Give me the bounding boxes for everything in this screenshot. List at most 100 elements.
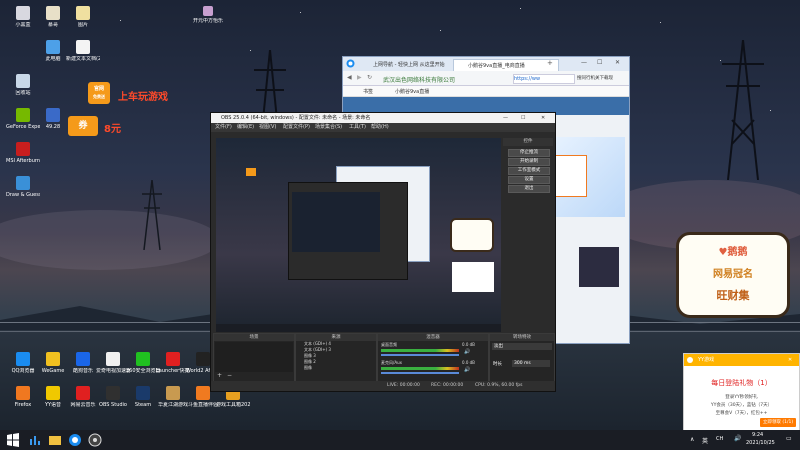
transitions-dock[interactable]: 转场特效 淡出 时长 300 ms <box>489 333 555 383</box>
tray-label[interactable]: CH <box>716 436 723 442</box>
maximize-icon[interactable]: ☐ <box>597 59 602 66</box>
app-icon <box>46 386 60 400</box>
address-hint[interactable]: 搜同行机关下载现 <box>577 75 613 81</box>
new-tab-icon[interactable]: + <box>547 59 553 67</box>
obs-minimize-icon[interactable]: — <box>503 113 508 123</box>
app-icon <box>196 352 210 366</box>
mute-icon[interactable]: 🔊 <box>464 349 470 355</box>
yy-claim-button[interactable]: 立即领取 (1/1) <box>760 418 796 427</box>
desktop-icon[interactable]: 小黑盒 <box>6 6 40 28</box>
volume-icon[interactable]: 🔊 <box>734 435 741 442</box>
desktop-icon[interactable]: 慕哥 <box>36 6 70 28</box>
menu-profile[interactable]: 配置文件(P) <box>283 123 310 132</box>
refresh-icon[interactable]: ↻ <box>367 74 372 81</box>
yy-gift-popup[interactable]: YY游戏 ✕ 每日登陆礼物（1） 登录YY秒领好礼 YY会员（30天），蓝钻（7… <box>683 353 800 435</box>
scenes-dock[interactable]: 场景 + − <box>213 333 295 383</box>
desktop-icon-top-shortcut[interactable]: 开元中方怡乐 <box>188 6 228 24</box>
sources-dock[interactable]: 来源 文本 (GDI+) 4 文本 (GDI+) 3 图像 3 图像 2 图像 <box>295 333 377 383</box>
ime-indicator[interactable]: 英 <box>702 436 708 445</box>
transition-select[interactable]: 淡出 <box>492 343 552 350</box>
studio-mode-button[interactable]: 工作室模式 <box>508 167 550 175</box>
desktop-icon[interactable]: Draw & Guess <box>6 176 40 198</box>
scene-add-icon[interactable]: + <box>217 372 222 379</box>
favorite-live[interactable]: 小鹅谷9va直播 <box>395 88 429 95</box>
menu-file[interactable]: 文件(F) <box>215 123 232 132</box>
taskbar-app-browser-icon[interactable] <box>68 433 82 447</box>
menu-tools[interactable]: 工具(T) <box>349 123 366 132</box>
stop-streaming-button[interactable]: 停止推流 <box>508 149 550 157</box>
mixer-channel-name: 麦克风/Aux <box>381 360 402 365</box>
clock-time[interactable]: 9:24 <box>752 432 763 438</box>
favorite-bookmarks[interactable]: 书签 <box>363 88 373 95</box>
minimize-icon[interactable]: — <box>581 59 587 66</box>
sticker-line1: ♥鹅鹅 <box>718 247 748 258</box>
preview-promo-dot <box>246 168 256 176</box>
app-icon <box>16 176 30 190</box>
promo-badge-official[interactable]: 官网 免费送 <box>88 82 110 104</box>
desktop-icon-label: 360安全浏览器 <box>126 368 160 374</box>
yy-close-icon[interactable]: ✕ <box>788 354 792 366</box>
desktop-icon[interactable]: 360安全浏览器 <box>126 352 160 374</box>
obs-close-icon[interactable]: ✕ <box>541 113 545 123</box>
desktop-icon[interactable]: MSI Afterburner <box>6 142 40 164</box>
forward-icon[interactable]: ▶ <box>357 74 362 81</box>
desktop-icon[interactable]: Steam <box>126 386 160 408</box>
promo-badge-coupon[interactable]: 券 <box>68 116 98 136</box>
taskbar-app-chart-icon[interactable] <box>28 433 42 447</box>
windows-start-icon[interactable] <box>6 433 20 447</box>
menu-help[interactable]: 帮助(H) <box>371 123 389 132</box>
close-icon[interactable]: ✕ <box>615 59 620 66</box>
start-recording-button[interactable]: 开始录制 <box>508 158 550 166</box>
settings-button[interactable]: 设置 <box>508 176 550 184</box>
mixer-dock[interactable]: 混音器 桌面音频 0.0 dB 🔊 麦克风/Aux 0.0 dB 🔊 <box>377 333 489 383</box>
mixer-meter <box>381 349 459 352</box>
menu-view[interactable]: 视图(V) <box>259 123 276 132</box>
desktop-icon[interactable]: 图片 <box>66 6 100 28</box>
back-icon[interactable]: ◀ <box>347 74 352 81</box>
desktop-icon[interactable]: 回收站 <box>6 74 40 96</box>
obs-title-bar: OBS 25.0.4 (64-bit, windows) - 配置文件: 未命名… <box>211 113 555 123</box>
desktop-icon[interactable]: OBS Studio <box>96 386 130 408</box>
obs-maximize-icon[interactable]: ☐ <box>521 113 525 123</box>
desktop-icon[interactable]: Firefox <box>6 386 40 408</box>
app-icon <box>76 352 90 366</box>
mixer-volume-slider[interactable] <box>381 372 459 374</box>
app-icon <box>46 108 60 122</box>
scene-remove-icon[interactable]: − <box>227 372 232 379</box>
app-icon <box>16 386 30 400</box>
taskbar-app-obs-icon[interactable] <box>88 433 102 447</box>
desktop-icon[interactable]: GeForce Experience <box>6 108 40 130</box>
tray-expand-icon[interactable]: ∧ <box>690 436 694 443</box>
obs-title: OBS 25.0.4 (64-bit, windows) - 配置文件: 未命名… <box>221 115 371 121</box>
desktop-icon-label: Launcher快捷方式 <box>156 368 190 374</box>
browser-tab-home[interactable]: 上网导航 - 轻快上网 从这里开始 <box>359 59 463 71</box>
shortcut-icon <box>203 6 213 16</box>
cpu-fps: CPU: 0.9%, 60.00 fps <box>475 383 523 388</box>
mute-icon[interactable]: 🔊 <box>464 367 470 373</box>
mixer-volume-slider[interactable] <box>381 354 459 356</box>
desktop-icon[interactable]: 49.28 <box>36 108 70 130</box>
desktop-icon[interactable]: 此电脑 <box>36 40 70 62</box>
taskbar-app-folder-icon[interactable] <box>48 433 62 447</box>
source-item[interactable]: 图像 <box>296 365 376 371</box>
clock-date[interactable]: 2021/10/25 <box>746 440 775 446</box>
menu-scene-collection[interactable]: 场景集合(S) <box>315 123 342 132</box>
desktop-icon[interactable]: YY语音 <box>36 386 70 408</box>
menu-edit[interactable]: 编辑(E) <box>237 123 254 132</box>
desktop-icon[interactable]: WeGame <box>36 352 70 374</box>
desktop-icon[interactable]: 酷狗音乐 <box>66 352 100 374</box>
desktop-icon[interactable]: 新建文本文档(2) <box>66 40 100 62</box>
app-icon <box>76 40 90 54</box>
sources-dock-title: 来源 <box>296 334 376 341</box>
desktop-icon[interactable]: 网易云音乐 <box>66 386 100 408</box>
desktop-icon[interactable]: Launcher快捷方式 <box>156 352 190 374</box>
desktop-icon[interactable]: QQ浏览器 <box>6 352 40 374</box>
obs-preview[interactable] <box>216 138 501 332</box>
desktop-icon[interactable]: 华夏江湖游戏 <box>156 386 190 408</box>
notification-icon[interactable]: ▭ <box>786 435 792 442</box>
desktop-icon[interactable]: 爱奇电视加速器 <box>96 352 130 374</box>
duration-input[interactable]: 300 ms <box>512 360 550 367</box>
exit-button[interactable]: 退出 <box>508 185 550 193</box>
obs-window[interactable]: OBS 25.0.4 (64-bit, windows) - 配置文件: 未命名… <box>210 112 556 392</box>
url-input[interactable]: https://ww <box>513 74 575 84</box>
